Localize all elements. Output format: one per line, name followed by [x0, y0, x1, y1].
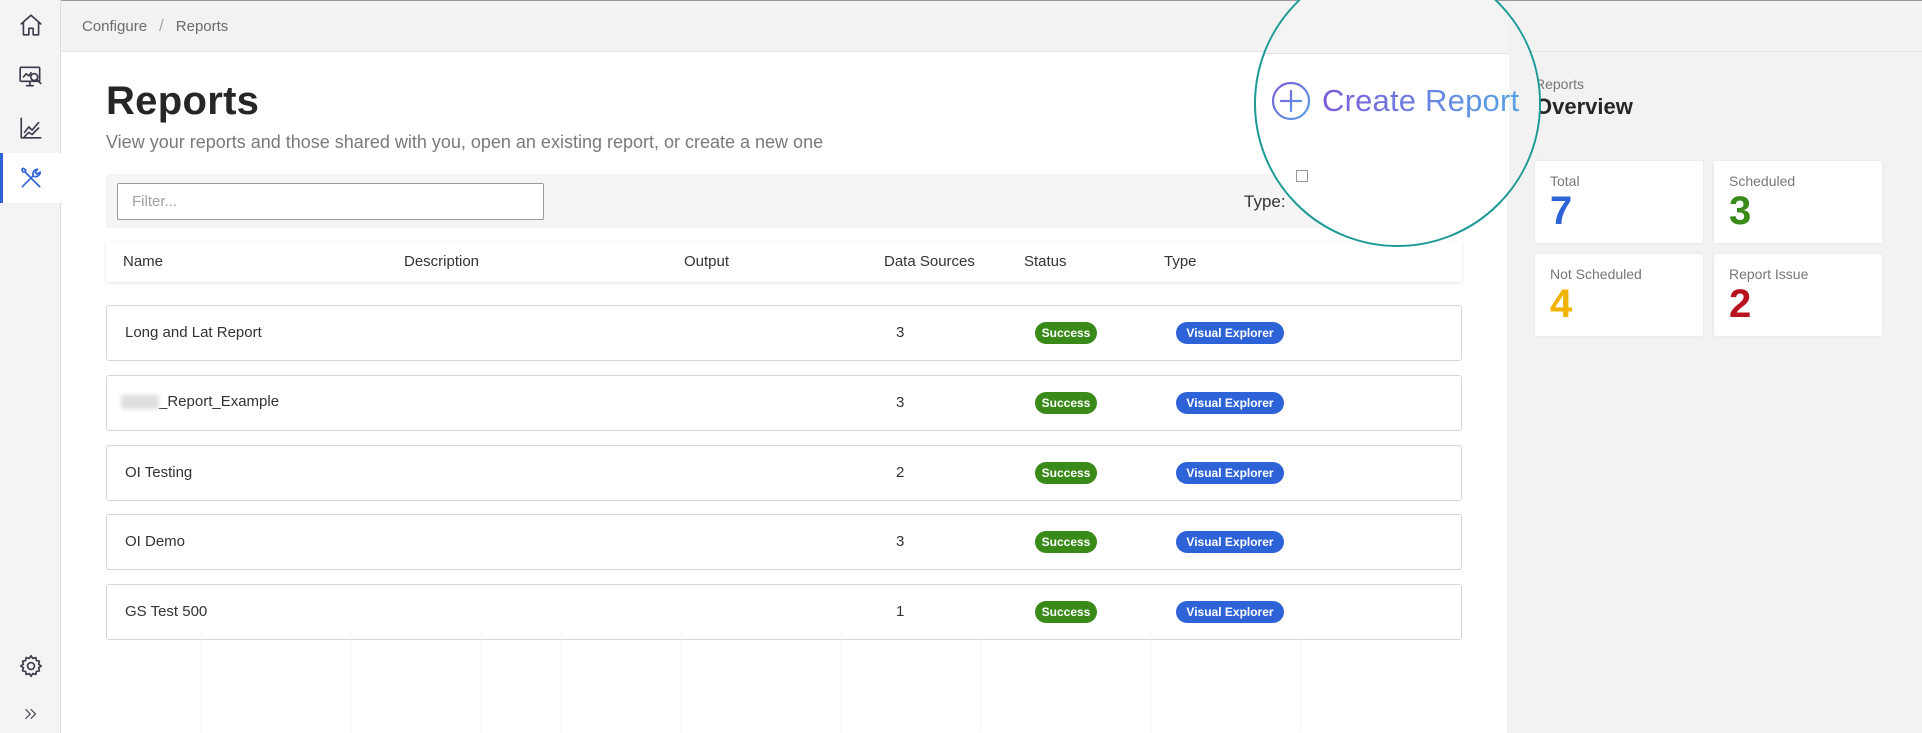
tools-icon [20, 167, 41, 188]
stat-card-scheduled[interactable]: Scheduled 3 [1714, 161, 1882, 243]
report-name[interactable]: GS Test 500 [125, 603, 207, 620]
nav-home-button[interactable] [0, 0, 61, 50]
breadcrumb-configure[interactable]: Configure [82, 18, 147, 35]
gear-icon [19, 654, 42, 678]
status-badge: Success [1035, 392, 1097, 414]
magnifier-topbar-area [1256, 0, 1539, 54]
table-row[interactable]: OI Testing 2 Success Visual Explorer [106, 445, 1462, 501]
type-badge: Visual Explorer [1176, 462, 1284, 484]
stat-card-total[interactable]: Total 7 [1535, 161, 1703, 243]
page-subtitle: View your reports and those shared with … [106, 132, 824, 152]
report-data-sources: 1 [896, 603, 905, 620]
type-badge: Visual Explorer [1176, 601, 1284, 623]
column-header-status[interactable]: Status [1024, 253, 1067, 270]
nav-trends-button[interactable] [0, 103, 61, 153]
type-badge: Visual Explorer [1176, 531, 1284, 553]
column-header-data-sources[interactable]: Data Sources [884, 253, 975, 270]
column-header-description[interactable]: Description [404, 253, 479, 270]
redacted-text [121, 395, 159, 410]
status-badge: Success [1035, 462, 1097, 484]
stat-label: Not Scheduled [1550, 266, 1642, 282]
type-filter-label: Type: [1244, 192, 1286, 211]
report-data-sources: 3 [896, 533, 905, 550]
table-row[interactable]: Long and Lat Report 3 Success Visual Exp… [106, 305, 1462, 361]
home-icon [19, 14, 42, 36]
line-chart-icon [19, 117, 42, 139]
filter-bar: Type: [106, 174, 1462, 228]
stat-label: Scheduled [1729, 173, 1796, 189]
table-row[interactable]: OI Demo 3 Success Visual Explorer [106, 514, 1462, 570]
stat-label: Total [1550, 173, 1580, 189]
overview-title: Overview [1535, 94, 1633, 119]
status-badge: Success [1035, 322, 1097, 344]
stat-value: 7 [1550, 189, 1573, 233]
overview-panel: Reports Overview Total 7 Scheduled 3 Not… [1507, 52, 1922, 733]
filter-input[interactable] [117, 183, 544, 220]
report-data-sources: 3 [896, 394, 905, 411]
background-gridlines [200, 632, 1302, 732]
double-chevron-right-icon [24, 708, 36, 720]
status-badge: Success [1035, 531, 1097, 553]
report-data-sources: 3 [896, 324, 905, 341]
report-name[interactable]: OI Demo [125, 533, 185, 550]
column-header-output[interactable]: Output [684, 253, 729, 270]
monitor-search-icon [18, 66, 42, 87]
table-row[interactable]: _Report_Example 3 Success Visual Explore… [106, 375, 1462, 431]
page-title: Reports [106, 79, 260, 123]
table-header: Name Description Output Data Sources Sta… [106, 242, 1462, 282]
breadcrumb-reports[interactable]: Reports [176, 18, 229, 35]
breadcrumb-separator: / [159, 16, 164, 35]
nav-monitor-search-button[interactable] [0, 52, 61, 102]
stat-value: 2 [1729, 282, 1752, 326]
stat-value: 4 [1550, 282, 1573, 326]
column-header-type[interactable]: Type [1164, 253, 1197, 270]
type-badge: Visual Explorer [1176, 392, 1284, 414]
type-badge: Visual Explorer [1176, 322, 1284, 344]
create-report-button[interactable]: Create Report [1270, 80, 1519, 122]
overview-subtitle: Reports [1535, 76, 1585, 92]
report-name[interactable]: _Report_Example [121, 393, 279, 410]
create-report-label: Create Report [1322, 83, 1520, 118]
type-filter-checkbox[interactable] [1296, 170, 1308, 182]
plus-circle-icon [1271, 81, 1311, 121]
nav-settings-button[interactable] [0, 641, 61, 691]
report-data-sources: 2 [896, 464, 905, 481]
status-badge: Success [1035, 601, 1097, 623]
stat-label: Report Issue [1729, 266, 1809, 282]
stat-value: 3 [1729, 189, 1752, 233]
nav-configure-button[interactable] [0, 153, 61, 203]
stat-card-report-issue[interactable]: Report Issue 2 [1714, 254, 1882, 336]
magnifier-side-area [1509, 0, 1539, 245]
report-name[interactable]: OI Testing [125, 464, 192, 481]
column-header-name[interactable]: Name [123, 253, 163, 270]
stat-card-not-scheduled[interactable]: Not Scheduled 4 [1535, 254, 1703, 336]
nav-expand-button[interactable] [0, 689, 61, 733]
breadcrumb: Configure / Reports [61, 0, 1922, 52]
left-nav-rail [0, 0, 61, 733]
report-name[interactable]: Long and Lat Report [125, 324, 262, 341]
report-name-text: _Report_Example [159, 393, 280, 410]
